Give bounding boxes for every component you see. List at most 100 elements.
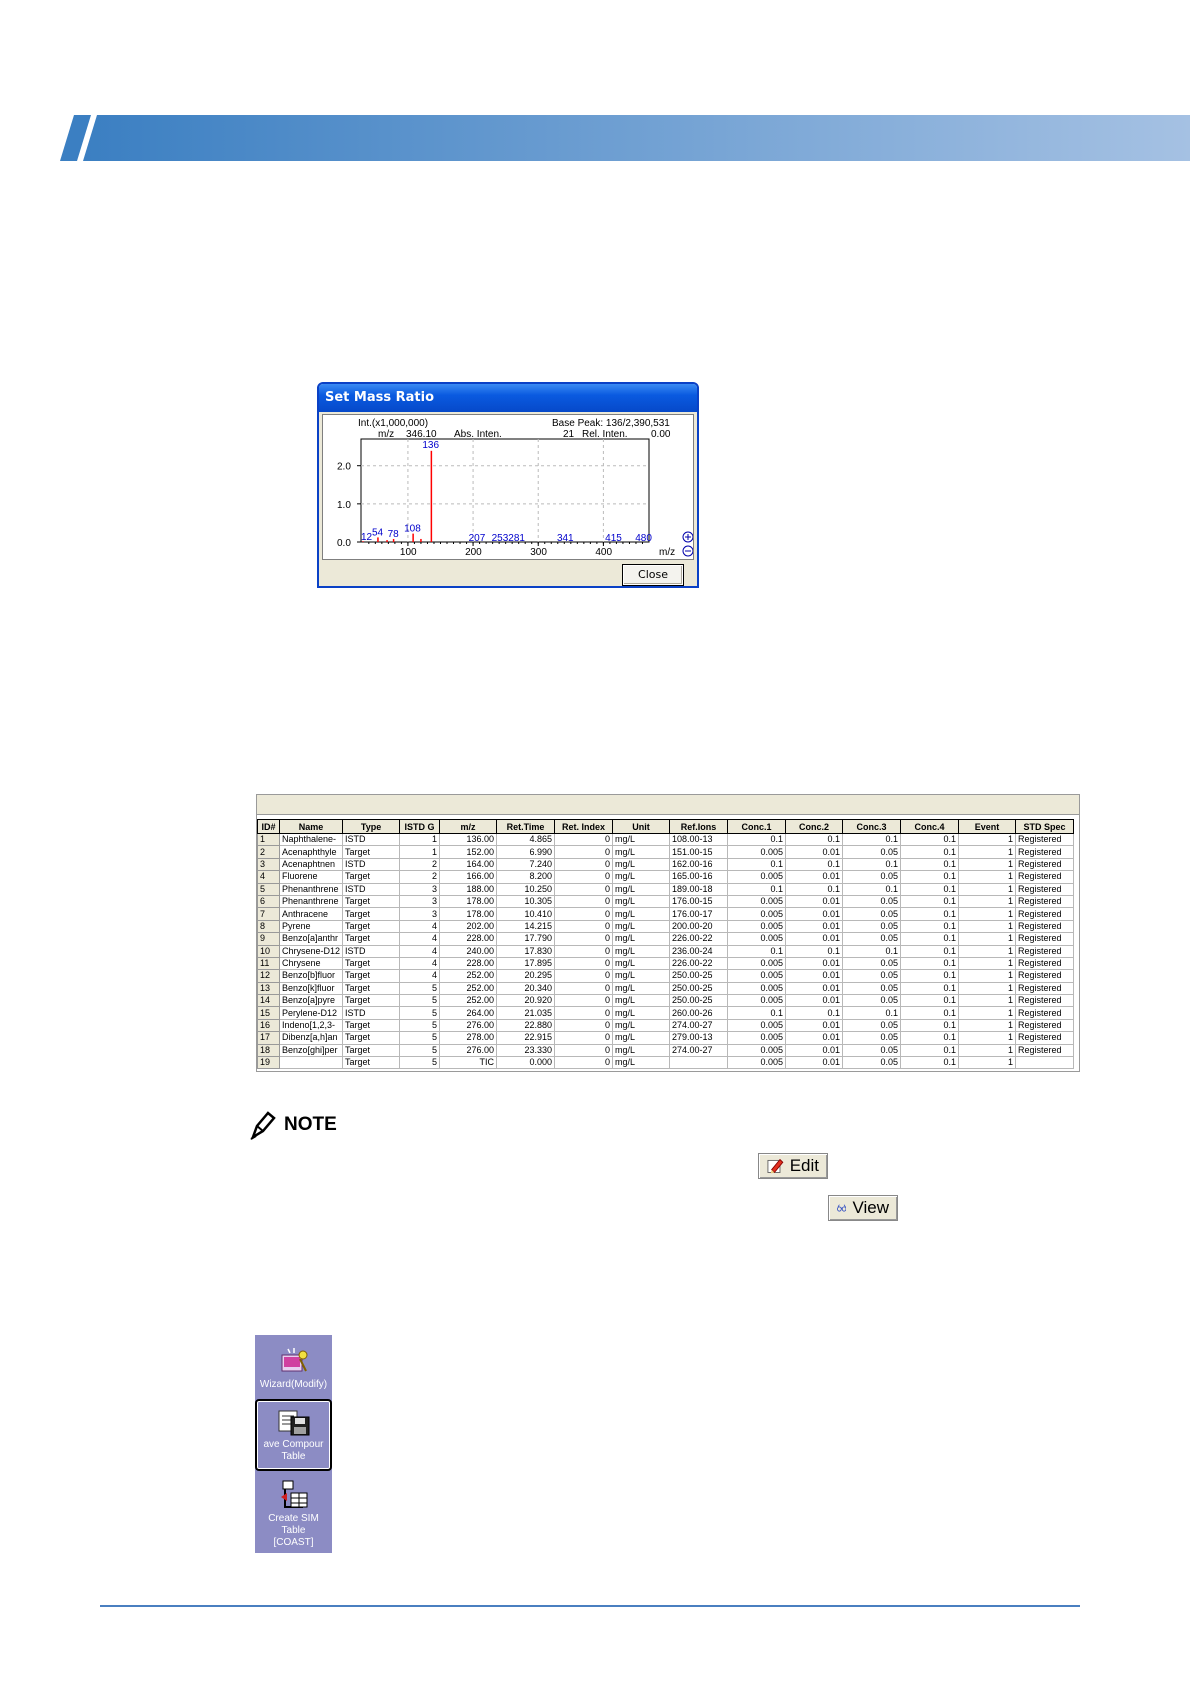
table-cell[interactable]: [669, 1056, 729, 1070]
table-cell[interactable]: Target: [342, 907, 401, 921]
table-cell[interactable]: 0.01: [785, 1056, 844, 1070]
table-cell[interactable]: 0.1: [900, 857, 960, 872]
table-row[interactable]: 18 Benzo[ghi]per Target 5 276.00 23.330 0 mg/L 2…: [257, 1043, 1075, 1058]
table-cell[interactable]: 0.1: [900, 956, 960, 971]
table-cell[interactable]: 5: [399, 1031, 441, 1045]
table-cell[interactable]: 1: [958, 907, 1017, 921]
table-row[interactable]: 15 Perylene-D12 ISTD 5 264.00 21.035 0 mg/L 260.…: [257, 1006, 1075, 1020]
table-cell[interactable]: Benzo[a]pyre: [278, 994, 344, 1008]
table-cell[interactable]: 108.00-13: [669, 832, 729, 847]
table-cell[interactable]: Target: [342, 1031, 401, 1045]
table-cell[interactable]: 1: [958, 1031, 1017, 1045]
table-cell[interactable]: Benzo[k]fluor: [278, 981, 344, 996]
table-cell[interactable]: 0.01: [785, 845, 844, 859]
table-cell[interactable]: 0.1: [785, 857, 844, 872]
table-cell[interactable]: 226.00-22: [669, 932, 729, 946]
table-cell[interactable]: 0.1: [900, 882, 960, 896]
row-id-cell[interactable]: 16: [257, 1018, 280, 1033]
table-cell[interactable]: Registered: [1015, 907, 1075, 921]
spectrum-panel[interactable]: Int.(x1,000,000) Base Peak: 136/2,390,53…: [322, 414, 694, 560]
table-cell[interactable]: 0.01: [785, 1031, 844, 1045]
table-cell[interactable]: Acenaphthyle: [278, 845, 344, 859]
table-cell[interactable]: 3: [399, 907, 441, 921]
table-cell[interactable]: 0: [554, 919, 614, 934]
table-cell[interactable]: 274.00-27: [669, 1043, 729, 1058]
table-cell[interactable]: 188.00: [439, 882, 498, 896]
table-cell[interactable]: 1: [958, 882, 1017, 896]
table-cell[interactable]: 0: [554, 894, 614, 909]
table-cell[interactable]: 1: [958, 1043, 1017, 1058]
table-cell[interactable]: 260.00-26: [669, 1006, 729, 1020]
table-row[interactable]: 10 Chrysene-D12 ISTD 4 240.00 17.830 0 mg/L 236.…: [257, 944, 1075, 958]
table-cell[interactable]: 5: [399, 1056, 441, 1070]
table-cell[interactable]: 0.1: [785, 944, 844, 958]
table-cell[interactable]: 1: [399, 832, 441, 847]
table-cell[interactable]: 1: [958, 944, 1017, 958]
table-cell[interactable]: 22.880: [496, 1018, 556, 1033]
table-row[interactable]: 9 Benzo[a]anthr Target 4 228.00 17.790 0 mg/L 22…: [257, 932, 1075, 946]
table-cell[interactable]: 4: [399, 919, 441, 934]
column-header[interactable]: Conc.1: [727, 819, 787, 834]
table-cell[interactable]: ISTD: [342, 857, 401, 872]
row-id-cell[interactable]: 6: [257, 894, 280, 909]
table-cell[interactable]: 6.990: [496, 845, 556, 859]
table-cell[interactable]: Anthracene: [278, 907, 344, 921]
table-cell[interactable]: Target: [342, 969, 401, 983]
table-cell[interactable]: 0.01: [785, 969, 844, 983]
table-cell[interactable]: mg/L: [612, 969, 671, 983]
table-cell[interactable]: 0.01: [785, 919, 844, 934]
table-cell[interactable]: 240.00: [439, 944, 498, 958]
table-cell[interactable]: mg/L: [612, 944, 671, 958]
table-cell[interactable]: 0.005: [727, 981, 787, 996]
column-header[interactable]: Ret.Time: [496, 819, 556, 834]
table-cell[interactable]: Registered: [1015, 832, 1075, 847]
table-cell[interactable]: 0.01: [785, 981, 844, 996]
table-cell[interactable]: 0.1: [900, 981, 960, 996]
table-cell[interactable]: 7.240: [496, 857, 556, 872]
table-cell[interactable]: 250.00-25: [669, 969, 729, 983]
table-cell[interactable]: ISTD: [342, 882, 401, 896]
table-cell[interactable]: Target: [342, 1056, 401, 1070]
table-cell[interactable]: 4: [399, 969, 441, 983]
table-cell[interactable]: Target: [342, 1018, 401, 1033]
table-row[interactable]: 19 Target 5 TIC 0.000 0 mg/L 0.005 0.01 0.05 0.1 1: [257, 1056, 1075, 1070]
table-cell[interactable]: 5: [399, 1043, 441, 1058]
table-row[interactable]: 6 Phenanthrene Target 3 178.00 10.305 0 mg/L 176…: [257, 894, 1075, 909]
table-cell[interactable]: mg/L: [612, 907, 671, 921]
table-cell[interactable]: 178.00: [439, 907, 498, 921]
column-header[interactable]: STD Spec: [1015, 819, 1075, 834]
table-cell[interactable]: 0.1: [900, 894, 960, 909]
table-cell[interactable]: 1: [958, 857, 1017, 872]
zoom-out-icon[interactable]: [682, 545, 694, 557]
table-cell[interactable]: 0: [554, 832, 614, 847]
table-cell[interactable]: mg/L: [612, 919, 671, 934]
table-cell[interactable]: mg/L: [612, 932, 671, 946]
table-cell[interactable]: 0.1: [900, 994, 960, 1008]
column-header[interactable]: Type: [342, 819, 401, 834]
column-header[interactable]: ID#: [257, 819, 280, 834]
table-cell[interactable]: Dibenz[a,h]an: [278, 1031, 344, 1045]
row-id-cell[interactable]: 19: [257, 1056, 280, 1070]
table-cell[interactable]: 152.00: [439, 845, 498, 859]
table-cell[interactable]: 1: [958, 981, 1017, 996]
row-id-cell[interactable]: 4: [257, 870, 280, 884]
table-cell[interactable]: 10.410: [496, 907, 556, 921]
table-cell[interactable]: ISTD: [342, 832, 401, 847]
table-cell[interactable]: 1: [958, 919, 1017, 934]
table-cell[interactable]: mg/L: [612, 845, 671, 859]
table-cell[interactable]: Target: [342, 932, 401, 946]
table-cell[interactable]: 279.00-13: [669, 1031, 729, 1045]
row-id-cell[interactable]: 13: [257, 981, 280, 996]
table-cell[interactable]: 0: [554, 845, 614, 859]
table-cell[interactable]: Target: [342, 956, 401, 971]
table-cell[interactable]: 0.1: [727, 944, 787, 958]
table-cell[interactable]: 5: [399, 1006, 441, 1020]
table-cell[interactable]: 22.915: [496, 1031, 556, 1045]
table-cell[interactable]: 0.1: [727, 1006, 787, 1020]
column-header[interactable]: Conc.3: [842, 819, 902, 834]
table-cell[interactable]: Pyrene: [278, 919, 344, 934]
table-cell[interactable]: 0.1: [900, 919, 960, 934]
table-cell[interactable]: 17.830: [496, 944, 556, 958]
table-cell[interactable]: 1: [958, 956, 1017, 971]
column-header[interactable]: ISTD G: [399, 819, 441, 834]
